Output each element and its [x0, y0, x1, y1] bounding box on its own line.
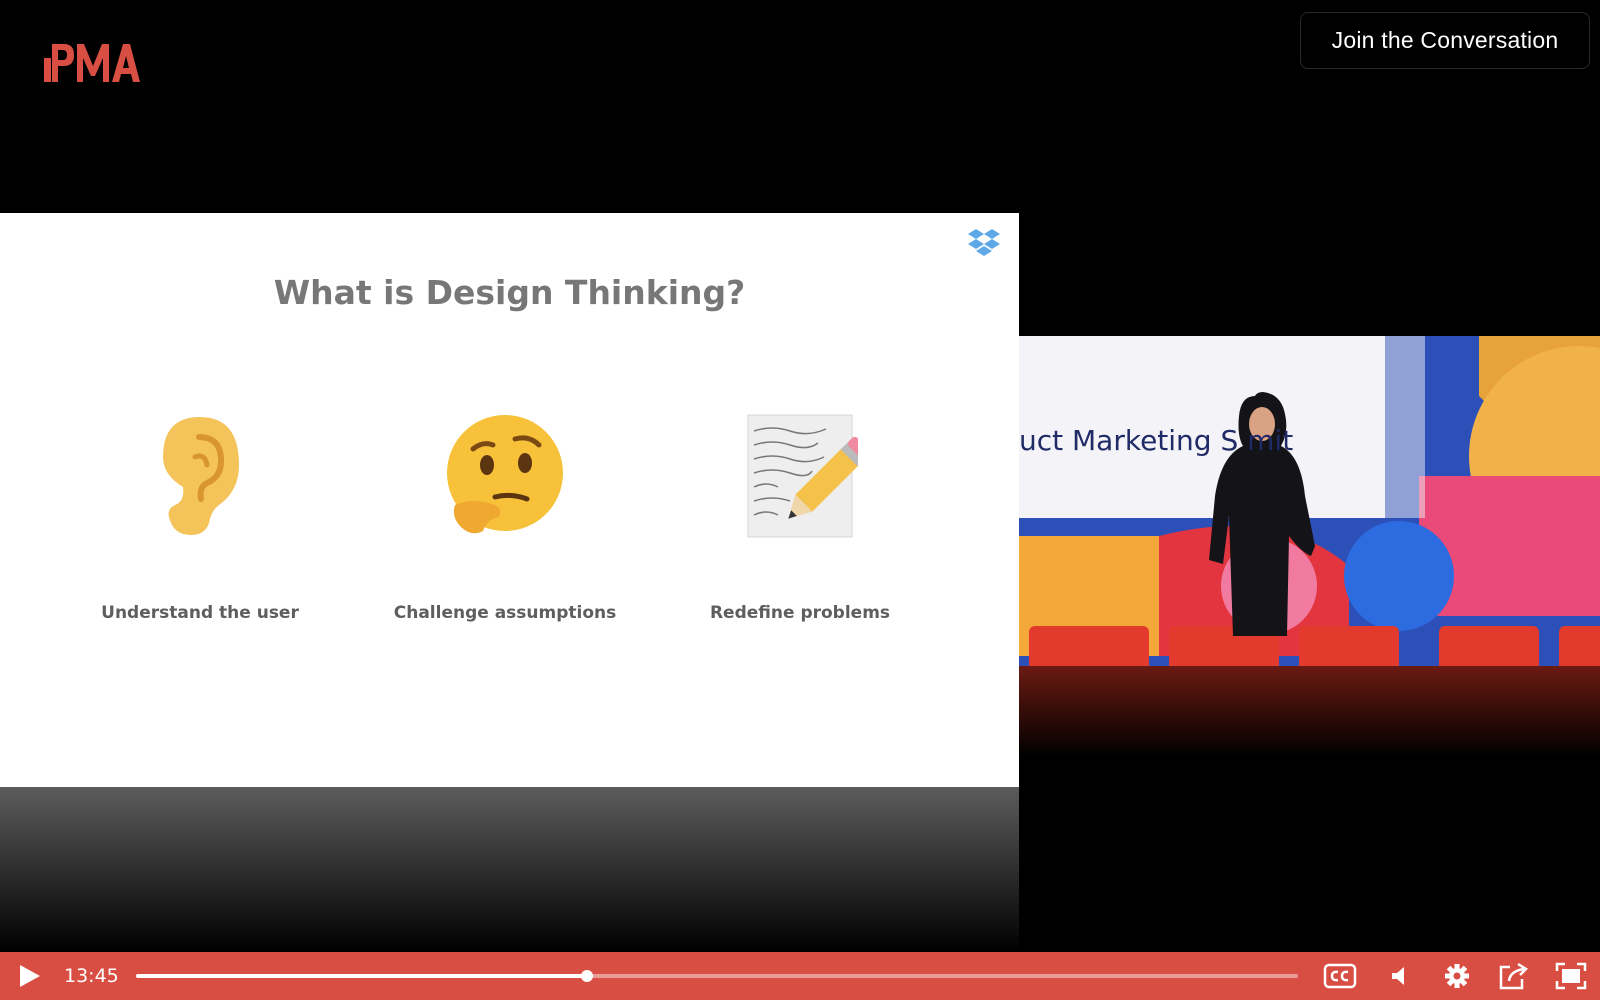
speaker-video: uct Marketing S mit	[1019, 336, 1600, 756]
slide-item-label: Redefine problems	[709, 603, 891, 623]
play-icon[interactable]	[16, 963, 42, 989]
dropbox-icon	[968, 229, 1000, 256]
slide-title: What is Design Thinking?	[273, 273, 746, 312]
video-controls: 13:45	[0, 952, 1600, 1000]
slide-item-label: Challenge assumptions	[393, 603, 617, 623]
presentation-slide: What is Design Thinking? Understand the …	[0, 213, 1019, 787]
share-icon[interactable]	[1496, 961, 1530, 991]
slide-item-redefine: Redefine problems	[670, 413, 930, 623]
slide-bottom-fade	[0, 787, 1019, 952]
thinking-face-icon	[447, 415, 563, 534]
closed-captions-icon[interactable]	[1323, 961, 1357, 991]
slide-item-understand: Understand the user	[70, 413, 330, 623]
progress-fill	[136, 974, 587, 978]
pma-logo	[44, 44, 140, 82]
memo-pencil-icon	[747, 414, 858, 538]
stage-scene	[1019, 336, 1600, 756]
settings-gear-icon[interactable]	[1440, 961, 1474, 991]
join-conversation-button[interactable]: Join the Conversation	[1300, 12, 1590, 69]
current-time: 13:45	[64, 965, 119, 987]
slide-item-label: Understand the user	[101, 603, 299, 623]
progress-bar[interactable]	[136, 970, 1298, 982]
fullscreen-icon[interactable]	[1554, 961, 1588, 991]
progress-knob[interactable]	[580, 970, 593, 982]
slide-item-challenge: Challenge assumptions	[375, 413, 635, 623]
stage-backdrop-text: uct Marketing S mit	[1019, 424, 1294, 457]
volume-icon[interactable]	[1384, 961, 1418, 991]
ear-icon	[163, 417, 239, 535]
